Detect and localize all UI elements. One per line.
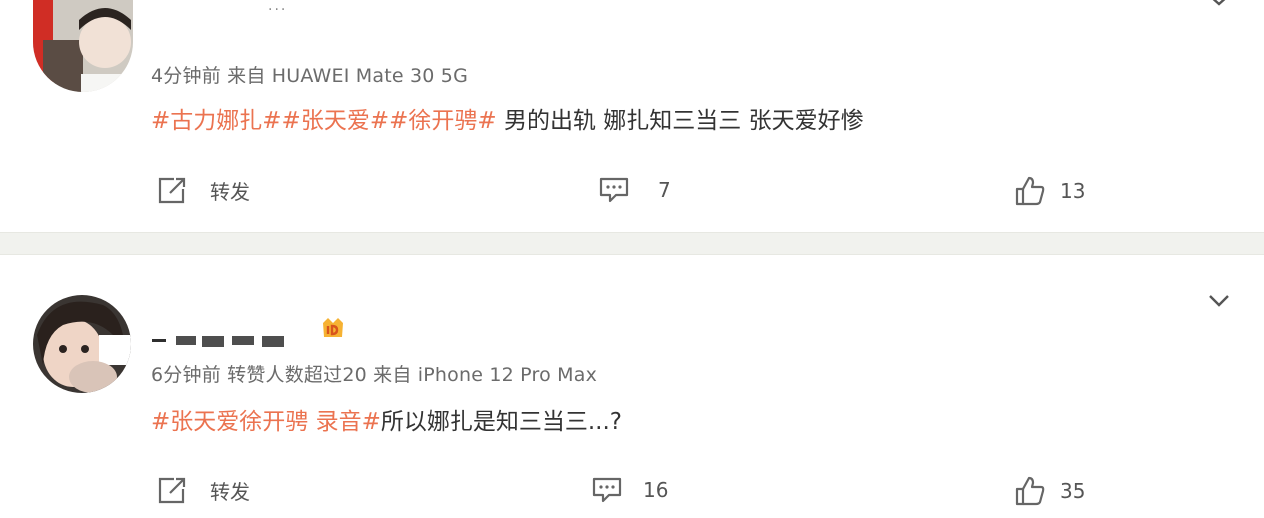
chevron-down-icon[interactable]	[1206, 293, 1232, 309]
avatar[interactable]	[33, 0, 133, 92]
avatar[interactable]	[33, 295, 131, 393]
feed-post: ··· 4分钟前 来自 HUAWEI Mate 30 5G #古力娜扎##张天爱…	[0, 0, 1264, 232]
vip-badge-icon[interactable]	[320, 315, 346, 341]
comment-count: 7	[658, 178, 671, 202]
post-content: #张天爱徐开骋 录音#所以娜扎是知三当三...?	[151, 402, 622, 436]
username-redacted[interactable]	[152, 327, 312, 349]
hashtag-link[interactable]: #张天爱徐开骋 录音#	[151, 409, 381, 435]
repost-label: 转发	[210, 179, 250, 204]
hashtag-link[interactable]: #古力娜扎##张天爱##徐开骋#	[151, 108, 497, 134]
like-count: 13	[1060, 179, 1086, 203]
repost-icon	[158, 177, 186, 204]
repost-button[interactable]: 转发	[156, 475, 250, 505]
post-content: #古力娜扎##张天爱##徐开骋# 男的出轨 娜扎知三当三 张天爱好惨	[151, 101, 864, 135]
comment-icon	[599, 177, 629, 203]
comment-count: 16	[643, 478, 669, 502]
repost-icon	[158, 477, 186, 504]
repost-button[interactable]: 转发	[156, 175, 250, 205]
comment-button[interactable]: 7	[598, 176, 671, 204]
post-text: 男的出轨 娜扎知三当三 张天爱好惨	[496, 108, 864, 134]
like-count: 35	[1060, 479, 1086, 503]
thumbs-up-icon	[1015, 176, 1045, 206]
feed-post: 6分钟前 转赞人数超过20 来自 iPhone 12 Pro Max #张天爱徐…	[0, 255, 1264, 518]
comment-icon	[592, 477, 622, 503]
more-dots-icon[interactable]: ···	[268, 2, 287, 18]
post-meta: 4分钟前 来自 HUAWEI Mate 30 5G	[151, 65, 468, 87]
chevron-down-icon[interactable]	[1206, 0, 1232, 8]
like-button[interactable]: 13	[1014, 175, 1085, 207]
comment-button[interactable]: 16	[591, 476, 668, 504]
like-button[interactable]: 35	[1014, 475, 1085, 507]
thumbs-up-icon	[1015, 476, 1045, 506]
repost-label: 转发	[210, 479, 250, 504]
feed-separator	[0, 232, 1264, 255]
post-text: 所以娜扎是知三当三...?	[380, 409, 622, 435]
post-meta: 6分钟前 转赞人数超过20 来自 iPhone 12 Pro Max	[151, 364, 598, 386]
